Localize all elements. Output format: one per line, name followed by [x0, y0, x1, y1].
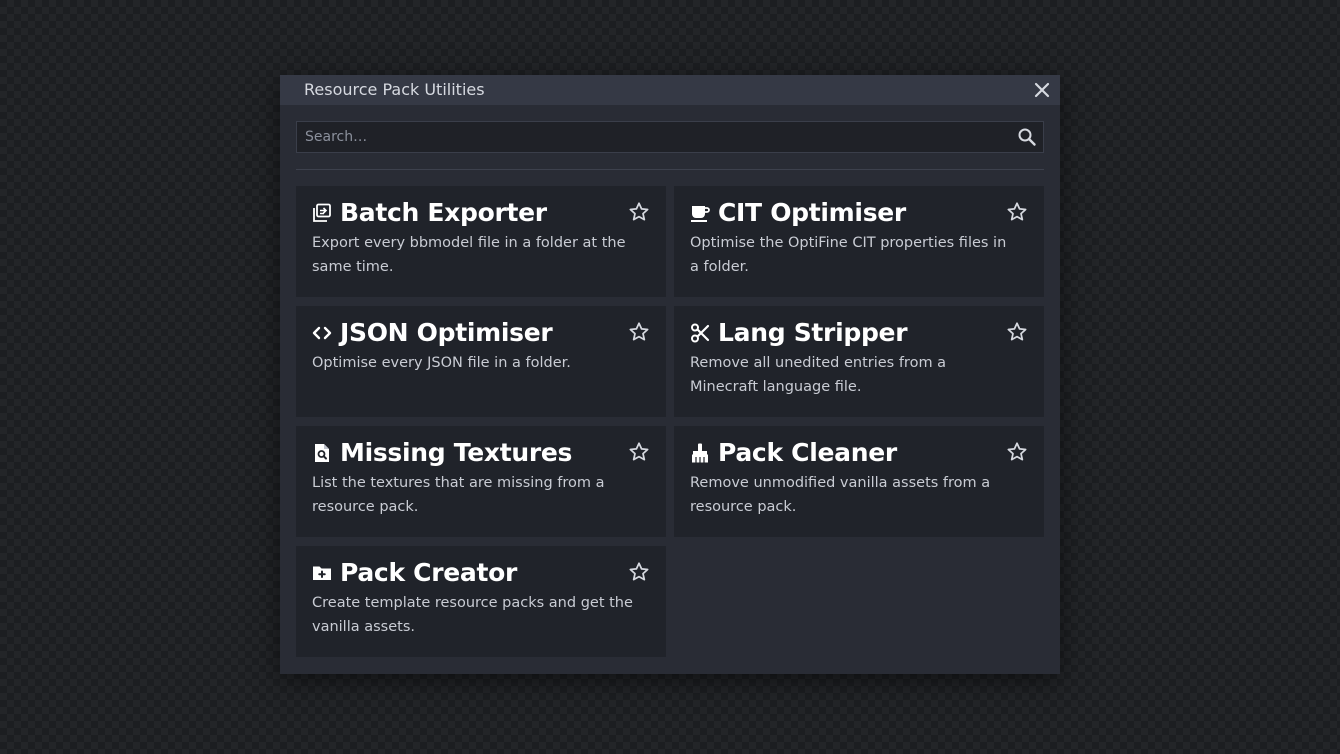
tool-title: JSON Optimiser [340, 318, 553, 347]
star-icon[interactable] [628, 561, 650, 583]
folder-plus-icon [312, 563, 332, 583]
dialog-titlebar: Resource Pack Utilities [280, 75, 1060, 105]
tool-description: Optimise the OptiFine CIT properties fil… [690, 235, 1007, 275]
tool-title: Missing Textures [340, 438, 573, 467]
tool-card-batch-exporter[interactable]: Batch Exporter Export every bbmodel file… [296, 186, 666, 297]
tool-card-json-optimiser[interactable]: JSON Optimiser Optimise every JSON file … [296, 306, 666, 417]
tool-description: List the textures that are missing from … [312, 475, 605, 515]
tool-card-lang-stripper[interactable]: Lang Stripper Remove all unedited entrie… [674, 306, 1044, 417]
star-icon[interactable] [1006, 321, 1028, 343]
scissors-icon [690, 323, 710, 343]
close-icon [1034, 82, 1050, 98]
tool-title: CIT Optimiser [718, 198, 906, 227]
tool-title: Lang Stripper [718, 318, 908, 347]
tool-card-pack-creator[interactable]: Pack Creator Create template resource pa… [296, 546, 666, 657]
dialog-title: Resource Pack Utilities [304, 80, 485, 99]
tool-description: Optimise every JSON file in a folder. [312, 355, 571, 371]
star-icon[interactable] [628, 321, 650, 343]
tool-description: Remove unmodified vanilla assets from a … [690, 475, 991, 515]
tool-title: Batch Exporter [340, 198, 547, 227]
code-brackets-icon [312, 323, 332, 343]
close-button[interactable] [1030, 78, 1054, 102]
batch-export-icon [312, 203, 332, 223]
tool-description: Create template resource packs and get t… [312, 595, 633, 635]
star-icon[interactable] [628, 441, 650, 463]
search-box [296, 121, 1044, 153]
file-search-icon [312, 443, 332, 463]
broom-icon [690, 443, 710, 463]
star-icon[interactable] [628, 201, 650, 223]
tool-title: Pack Cleaner [718, 438, 897, 467]
tool-title: Pack Creator [340, 558, 518, 587]
star-icon[interactable] [1006, 201, 1028, 223]
tool-card-pack-cleaner[interactable]: Pack Cleaner Remove unmodified vanilla a… [674, 426, 1044, 537]
search-icon[interactable] [1017, 127, 1037, 147]
search-input[interactable] [297, 122, 997, 152]
tool-grid: Batch Exporter Export every bbmodel file… [296, 186, 1044, 657]
star-icon[interactable] [1006, 441, 1028, 463]
tool-card-missing-textures[interactable]: Missing Textures List the textures that … [296, 426, 666, 537]
tool-card-cit-optimiser[interactable]: CIT Optimiser Optimise the OptiFine CIT … [674, 186, 1044, 297]
resource-pack-utilities-dialog: Resource Pack Utilities Search… Batch Ex… [280, 75, 1060, 674]
tool-description: Remove all unedited entries from a Minec… [690, 355, 947, 395]
divider [296, 169, 1044, 170]
coffee-cup-icon [690, 203, 710, 223]
tool-description: Export every bbmodel file in a folder at… [312, 235, 626, 275]
